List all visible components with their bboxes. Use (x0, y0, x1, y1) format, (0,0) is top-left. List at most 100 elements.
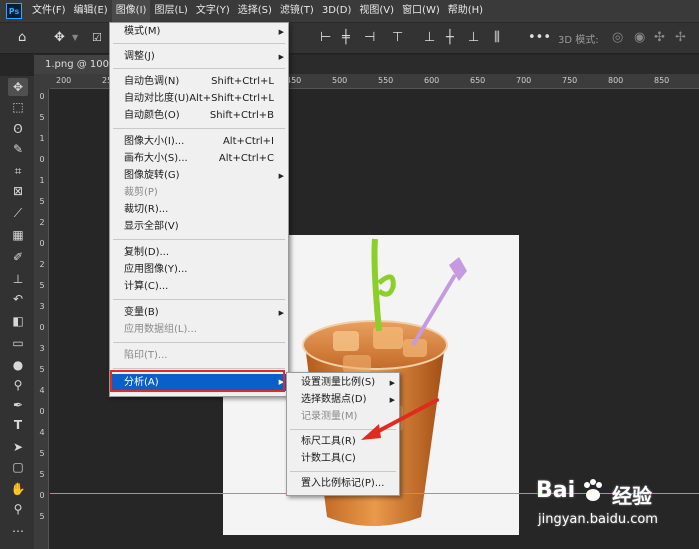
eraser-tool-icon[interactable]: ◧ (8, 312, 28, 330)
menu-3d[interactable]: 3D(D) (318, 0, 356, 22)
image-menu-item-auto-tone[interactable]: 自动色调(N) Shift+Ctrl+L (110, 74, 288, 90)
type-tool-icon[interactable]: T (8, 416, 28, 434)
tools-panel: ✥ ⬚ ʘ ✎ ⌗ ⊠ ⟋ ▦ ✐ ⊥ ↶ ◧ ▭ ● ⚲ ✒ T ➤ ▢ ✋ … (0, 76, 34, 549)
align-top-icon[interactable]: ⊤ (392, 30, 403, 45)
menu-file[interactable]: 文件(F) (28, 0, 70, 22)
menu-help[interactable]: 帮助(H) (444, 0, 487, 22)
ruler-tick-label: 0 (39, 491, 45, 500)
image-menu-item-mode[interactable]: 模式(M) ▶ (110, 24, 288, 40)
image-menu-item-adjust[interactable]: 调整(J) ▶ (110, 49, 288, 65)
menu-bar: Ps 文件(F) 编辑(E) 图像(I) 图层(L) 文字(Y) 选择(S) 滤… (0, 0, 699, 22)
image-menu-item-auto-color[interactable]: 自动颜色(O) Shift+Ctrl+B (110, 108, 288, 124)
blur-tool-icon[interactable]: ● (8, 356, 28, 374)
image-menu-item-image-size[interactable]: 图像大小(I)... Alt+Ctrl+I (110, 134, 288, 150)
clone-stamp-tool-icon[interactable]: ⊥ (8, 270, 28, 288)
analysis-item-set-measurement-scale[interactable]: 设置测量比例(S) ▶ (287, 375, 399, 391)
baidu-jingyan-watermark: Bai 经验 jingyan.baidu.com (536, 476, 696, 536)
submenu-arrow-icon: ▶ (389, 379, 395, 387)
healing-brush-tool-icon[interactable]: ▦ (8, 226, 28, 244)
ruler-tick-label: 4 (39, 428, 45, 437)
auto-select-checkbox[interactable]: ☑ (92, 31, 102, 44)
align-right-icon[interactable]: ⊣ (364, 30, 375, 45)
options-bar: ⌂ ✥ ▼ ☑ ⊢ ╪ ⊣ ⊤ ⊥ ┼ ⊥ ⫼ ••• 3D 模式: ◎ ◉ ✣… (0, 22, 699, 54)
image-menu-item-reveal-all[interactable]: 显示全部(V) (110, 219, 288, 235)
ruler-tick-label: 0 (39, 407, 45, 416)
image-menu-item-variables[interactable]: 变量(B) ▶ (110, 305, 288, 321)
menu-filter[interactable]: 滤镜(T) (276, 0, 318, 22)
align-left-icon[interactable]: ⊢ (320, 30, 331, 45)
image-menu-dropdown: 模式(M) ▶ 调整(J) ▶ 自动色调(N) Shift+Ctrl+L 自动对比度(… (109, 22, 289, 397)
history-brush-tool-icon[interactable]: ↶ (8, 290, 28, 308)
menu-window[interactable]: 窗口(W) (398, 0, 444, 22)
ruler-tick-label: 5 (39, 197, 45, 206)
marquee-tool-icon[interactable]: ⬚ (8, 98, 28, 116)
ruler-tick-label: 750 (562, 76, 578, 85)
path-selection-tool-icon[interactable]: ➤ (8, 438, 28, 456)
red-arrow-annotation-icon (361, 398, 439, 440)
3d-slide-icon[interactable]: ✢ (675, 30, 686, 45)
dodge-tool-icon[interactable]: ⚲ (8, 376, 28, 394)
ruler-tick-label: 0 (39, 323, 45, 332)
ruler-tick-label: 0 (39, 155, 45, 164)
3d-roll-icon[interactable]: ◉ (634, 30, 645, 45)
menu-view[interactable]: 视图(V) (355, 0, 398, 22)
menu-separator (113, 368, 285, 369)
crop-tool-icon[interactable]: ⌗ (8, 162, 28, 180)
ruler-tick-label: 650 (470, 76, 486, 85)
move-tool-icon[interactable]: ✥ (54, 30, 65, 45)
watermark-brand-suffix: 经验 (612, 484, 652, 508)
submenu-arrow-icon: ▶ (278, 172, 284, 180)
ruler-tick-label: 5 (39, 470, 45, 479)
submenu-arrow-icon: ▶ (278, 28, 284, 36)
menu-separator (113, 239, 285, 240)
image-menu-item-auto-contrast[interactable]: 自动对比度(U) Alt+Shift+Ctrl+L (110, 91, 288, 107)
image-menu-item-calculations[interactable]: 计算(C)... (110, 279, 288, 295)
distribute-top-icon[interactable]: ⊥ (424, 30, 435, 45)
image-menu-item-apply-data-set: 应用数据组(L)... (124, 324, 197, 335)
menu-layer[interactable]: 图层(L) (150, 0, 191, 22)
ruler-tick-label: 500 (332, 76, 348, 85)
quick-select-tool-icon[interactable]: ✎ (8, 140, 28, 158)
more-tools-icon[interactable]: ⋯ (8, 522, 28, 540)
distribute-horizontal-icon[interactable]: ⫼ (494, 30, 500, 45)
mode-3d-label: 3D 模式: (558, 35, 599, 46)
menu-image[interactable]: 图像(I) (111, 0, 151, 22)
home-icon[interactable]: ⌂ (18, 30, 26, 45)
menu-separator (113, 299, 285, 300)
lasso-tool-icon[interactable]: ʘ (8, 120, 28, 138)
image-menu-item-duplicate[interactable]: 复制(D)... (110, 245, 288, 261)
ruler-tick-label: 600 (424, 76, 440, 85)
menu-select[interactable]: 选择(S) (234, 0, 276, 22)
zoom-tool-icon[interactable]: ⚲ (8, 500, 28, 518)
analysis-item-place-scale-marker[interactable]: 置入比例标记(P)... (287, 476, 399, 492)
hand-tool-icon[interactable]: ✋ (8, 480, 28, 498)
move-tool-icon[interactable]: ✥ (8, 78, 28, 96)
more-options-icon[interactable]: ••• (528, 30, 551, 45)
image-menu-item-apply-image[interactable]: 应用图像(Y)... (110, 262, 288, 278)
rectangle-tool-icon[interactable]: ▢ (8, 458, 28, 476)
ruler-tick-label: 5 (39, 281, 45, 290)
menu-type[interactable]: 文字(Y) (192, 0, 234, 22)
ruler-tick-label: 850 (654, 76, 670, 85)
image-menu-item-trim[interactable]: 裁切(R)... (110, 202, 288, 218)
gradient-tool-icon[interactable]: ▭ (8, 334, 28, 352)
analysis-item-count-tool[interactable]: 计数工具(C) (287, 451, 399, 467)
3d-pan-icon[interactable]: ✣ (654, 30, 665, 45)
pen-tool-icon[interactable]: ✒ (8, 396, 28, 414)
watermark-url: jingyan.baidu.com (538, 512, 658, 527)
brush-tool-icon[interactable]: ✐ (8, 248, 28, 266)
distribute-bottom-icon[interactable]: ⊥ (468, 30, 479, 45)
image-menu-item-canvas-size[interactable]: 画布大小(S)... Alt+Ctrl+C (110, 151, 288, 167)
ruler-tick-label: 550 (378, 76, 394, 85)
ruler-tick-label: 5 (39, 113, 45, 122)
eyedropper-tool-icon[interactable]: ⟋ (8, 204, 28, 222)
3d-orbit-icon[interactable]: ◎ (612, 30, 623, 45)
chevron-down-icon[interactable]: ▼ (72, 33, 78, 42)
distribute-middle-icon[interactable]: ┼ (446, 30, 454, 45)
ruler-tick-label: 800 (608, 76, 624, 85)
image-menu-item-image-rotation[interactable]: 图像旋转(G) ▶ (110, 168, 288, 184)
menu-edit[interactable]: 编辑(E) (70, 0, 112, 22)
align-center-icon[interactable]: ╪ (342, 30, 350, 45)
frame-tool-icon[interactable]: ⊠ (8, 182, 28, 200)
ruler-tick-label: 3 (39, 344, 45, 353)
